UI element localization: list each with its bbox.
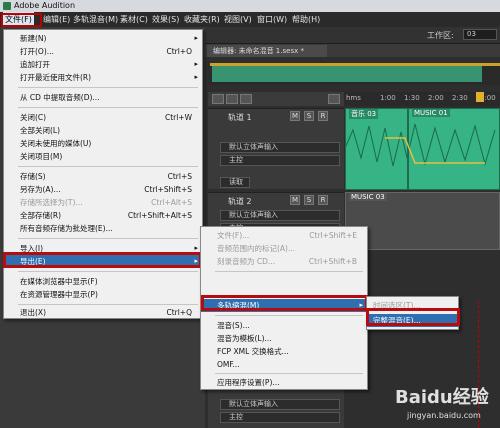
workspace-label: 工作区: [427, 31, 454, 40]
mute-button[interactable]: M [290, 195, 300, 205]
sends-button[interactable] [240, 94, 252, 104]
menu-separator [18, 166, 198, 167]
watermark-logo: Baidu经验 [395, 387, 489, 408]
menu-item-export-file: 文件(F)... Ctrl+Shift+E [217, 231, 357, 240]
record-arm-button[interactable]: R [318, 111, 328, 121]
track-output[interactable]: 主控 [220, 155, 340, 166]
menu-separator [215, 315, 363, 316]
menu-window[interactable]: 窗口(W) [255, 12, 289, 27]
clip-label: MUSIC 03 [349, 193, 387, 201]
audio-clip[interactable]: MUSIC 03 [345, 192, 500, 250]
menu-item-burn-cd: 刻录音频为 CD... Ctrl+Shift+B [217, 257, 357, 266]
menu-item-export-markers: 音频范围内的标记(A)... [217, 244, 296, 253]
window-title: Adobe Audition [14, 1, 76, 10]
menu-item-close-unused[interactable]: 关闭未使用的媒体(U) [4, 137, 202, 150]
solo-button[interactable]: S [304, 195, 314, 205]
ruler-tick: 1:00 [380, 94, 396, 102]
mute-button[interactable]: M [290, 111, 300, 121]
annotation-box-entire-session [366, 308, 460, 326]
track-output[interactable]: 主控 [220, 412, 340, 423]
menu-edit[interactable]: 编辑(E) [41, 12, 72, 27]
menu-item-append-open[interactable]: 追加打开 ▸ [4, 58, 202, 71]
ruler-tick: 1:30 [404, 94, 420, 102]
workspace-select[interactable]: 03 [463, 29, 497, 40]
menu-item-mix-as-template[interactable]: 混音为模板(L)... [201, 332, 367, 345]
track-name[interactable]: 轨道 1 [228, 112, 252, 123]
clip-label: MUSIC 01 [412, 109, 450, 117]
track-input[interactable]: 默认立体声输入 [220, 142, 340, 153]
overview-strip[interactable] [208, 63, 500, 85]
menu-bar: 文件(F) 编辑(E) 多轨混音(M) 素材(C) 效果(S) 收藏夹(R) 视… [0, 12, 500, 27]
menu-item-extract-cd[interactable]: 从 CD 中提取音频(D)... [4, 91, 202, 104]
menu-help[interactable]: 帮助(H) [290, 12, 322, 27]
overview-clips [212, 66, 482, 82]
menu-item-save[interactable]: 存储(S) Ctrl+S [4, 170, 202, 183]
fx-button[interactable] [226, 94, 238, 104]
waveform-graphic [345, 123, 496, 167]
playhead[interactable] [476, 92, 484, 102]
menu-item-save-all[interactable]: 全部存储(R) Ctrl+Shift+Alt+S [4, 209, 202, 222]
menu-item-new[interactable]: 新建(N) ▸ [4, 32, 202, 45]
menu-item-close-project[interactable]: 关闭项目(M) [4, 150, 202, 163]
annotation-box-file-menu [1, 13, 42, 27]
menu-view[interactable]: 视图(V) [222, 12, 254, 27]
menu-clip[interactable]: 素材(C) [118, 12, 150, 27]
track-controls-bar [208, 92, 344, 106]
menu-favorites[interactable]: 收藏夹(R) [182, 12, 222, 27]
menu-item-open-recent[interactable]: 打开最近使用文件(R) ▸ [4, 71, 202, 84]
track-input[interactable]: 默认立体声输入 [220, 210, 340, 221]
ruler-tick: 2:30 [452, 94, 468, 102]
file-menu: 新建(N) ▸ 打开(O)... Ctrl+O 追加打开 ▸ 打开最近使用文件(R) ▸… [3, 29, 203, 319]
ruler-label: hms [346, 94, 361, 102]
menu-item-show-in-explorer[interactable]: 在资源管理器中显示(P) [4, 288, 202, 301]
annotation-box-multitrack [201, 295, 368, 311]
menu-separator [18, 304, 198, 305]
menu-separator [18, 87, 198, 88]
record-arm-button[interactable]: R [318, 195, 328, 205]
menu-item-save-as[interactable]: 另存为(A)... Ctrl+Shift+S [4, 183, 202, 196]
inputs-outputs-button[interactable] [212, 94, 224, 104]
menu-item-mixdown[interactable]: 混音(S)... [201, 319, 367, 332]
menu-separator [18, 238, 198, 239]
automation-mode[interactable]: 读取 [220, 177, 250, 188]
menu-item-save-selection: 存储所选择为(T)... Ctrl+Alt+S [20, 198, 192, 207]
menu-item-fcp-xml[interactable]: FCP XML 交换格式... [201, 345, 367, 358]
track-1-header: 轨道 1 M S R 默认立体声输入 主控 读取 [208, 108, 344, 189]
menu-multitrack[interactable]: 多轨混音(M) [71, 12, 120, 27]
menu-item-save-batch[interactable]: 所有音频存储为批处理(E)... [4, 222, 202, 235]
toolbar: 工作区: 03 [205, 27, 500, 44]
menu-item-show-in-media-browser[interactable]: 在媒体浏览器中显示(F) [4, 275, 202, 288]
menu-item-open[interactable]: 打开(O)... Ctrl+O [4, 45, 202, 58]
solo-button[interactable]: S [304, 111, 314, 121]
annotation-box-export [3, 252, 202, 268]
watermark: Baidu经验 jingyan.baidu.com [395, 383, 495, 427]
editor-tab[interactable]: 编辑器: 未命名混音 1.sesx * [207, 45, 327, 57]
title-bar: Adobe Audition [0, 0, 500, 12]
menu-item-app-settings[interactable]: 应用程序设置(P)... [201, 376, 367, 389]
track-name[interactable]: 轨道 2 [228, 196, 252, 207]
menu-separator [18, 271, 198, 272]
ruler-tick: 2:00 [428, 94, 444, 102]
app-icon [3, 2, 11, 10]
watermark-url: jingyan.baidu.com [407, 411, 481, 420]
menu-item-close-all[interactable]: 全部关闭(L) [4, 124, 202, 137]
timeline-ruler[interactable]: hms 1:00 1:30 2:00 2:30 3:00 [344, 92, 500, 106]
menu-separator [215, 373, 363, 374]
lower-tracks: 默认立体声输入 主控 [208, 388, 344, 428]
menu-item-omf[interactable]: OMF... [201, 358, 367, 371]
menu-item-exit[interactable]: 退出(X) Ctrl+Q [4, 306, 202, 319]
menu-effects[interactable]: 效果(S) [150, 12, 181, 27]
menu-separator [18, 107, 198, 108]
menu-separator [215, 271, 363, 272]
headphones-icon[interactable] [328, 94, 340, 104]
track-input[interactable]: 默认立体声输入 [220, 399, 340, 410]
menu-item-close[interactable]: 关闭(C) Ctrl+W [4, 111, 202, 124]
